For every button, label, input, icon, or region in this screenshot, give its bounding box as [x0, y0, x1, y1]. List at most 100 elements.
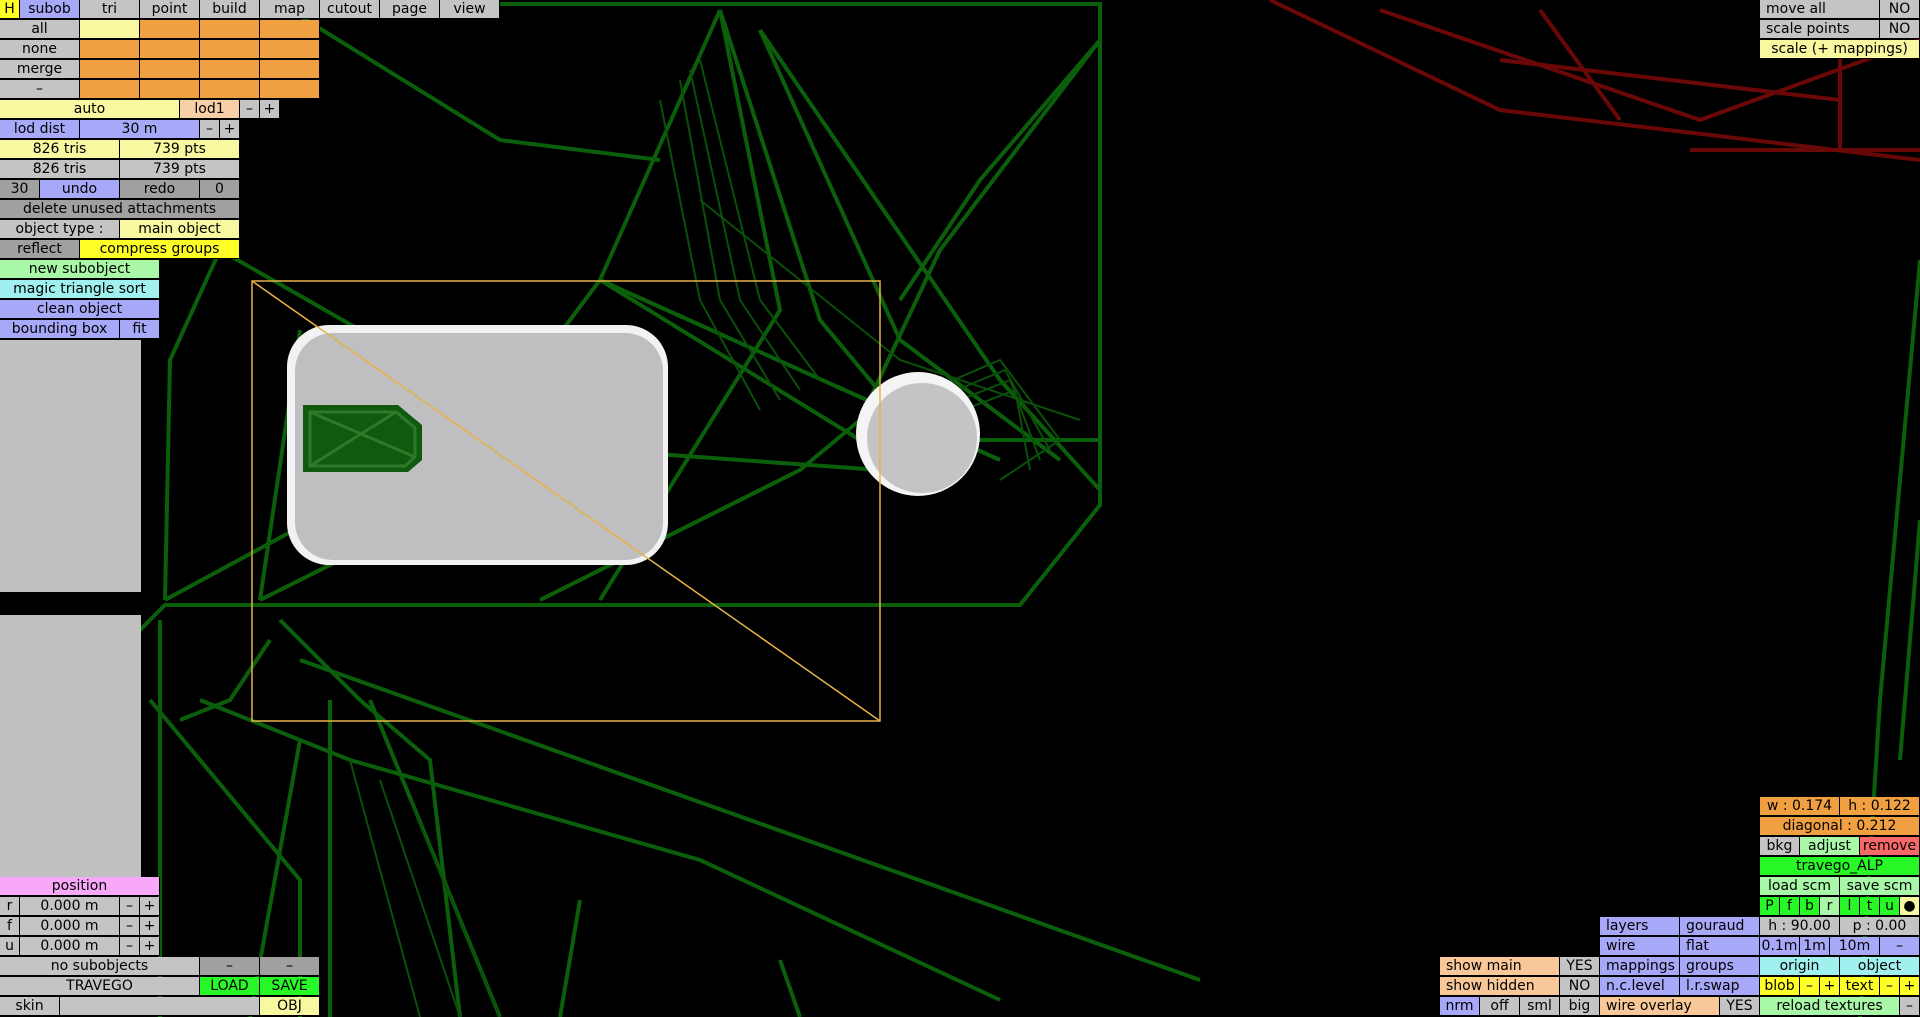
- reflect-button[interactable]: reflect: [0, 240, 80, 259]
- fit-button[interactable]: fit: [120, 320, 160, 339]
- lod-plus-button[interactable]: +: [260, 100, 280, 119]
- step-minus-button[interactable]: –: [1880, 937, 1920, 956]
- subobject-slot[interactable]: [260, 60, 320, 79]
- subobject-slot[interactable]: [80, 40, 140, 59]
- delete-unused-attachments-button[interactable]: delete unused attachments: [0, 200, 240, 219]
- layers-button[interactable]: layers: [1600, 917, 1680, 936]
- subobject-next-button[interactable]: –: [260, 957, 320, 976]
- select-all-button[interactable]: all: [0, 20, 80, 39]
- subobject-slot[interactable]: [140, 80, 200, 99]
- view-right-button[interactable]: r: [1820, 897, 1840, 916]
- reload-textures-button[interactable]: reload textures: [1760, 997, 1900, 1016]
- new-subobject-button[interactable]: new subobject: [0, 260, 160, 279]
- view-front-button[interactable]: f: [1780, 897, 1800, 916]
- view-dot-button[interactable]: ●: [1900, 897, 1920, 916]
- step-01m-button[interactable]: 0.1m: [1760, 937, 1800, 956]
- tab-map[interactable]: map: [260, 0, 320, 19]
- view-top-button[interactable]: t: [1860, 897, 1880, 916]
- position-f-plus-button[interactable]: +: [140, 917, 160, 936]
- scale-points-toggle[interactable]: NO: [1880, 20, 1920, 39]
- lod-auto-button[interactable]: auto: [0, 100, 180, 119]
- bounding-box-button[interactable]: bounding box: [0, 320, 120, 339]
- text-plus-button[interactable]: +: [1900, 977, 1920, 996]
- help-button[interactable]: H: [0, 0, 20, 19]
- view-back-button[interactable]: b: [1800, 897, 1820, 916]
- save-button[interactable]: SAVE: [260, 977, 320, 996]
- position-value-r[interactable]: 0.000 m: [20, 897, 120, 916]
- move-all-toggle[interactable]: NO: [1880, 0, 1920, 19]
- wire-overlay-toggle[interactable]: YES: [1720, 997, 1760, 1016]
- file-name[interactable]: TRAVEGO: [0, 977, 200, 996]
- position-value-f[interactable]: 0.000 m: [20, 917, 120, 936]
- selection-dash-button[interactable]: –: [0, 80, 80, 99]
- merge-button[interactable]: merge: [0, 60, 80, 79]
- subobject-slot[interactable]: [200, 80, 260, 99]
- obj-button[interactable]: OBJ: [260, 997, 320, 1016]
- pitch-value[interactable]: p : 0.00: [1840, 917, 1920, 936]
- blob-minus-button[interactable]: –: [1800, 977, 1820, 996]
- view-perspective-button[interactable]: P: [1760, 897, 1780, 916]
- wire-button[interactable]: wire: [1600, 937, 1680, 956]
- size-sml-button[interactable]: sml: [1520, 997, 1560, 1016]
- size-nrm-button[interactable]: nrm: [1440, 997, 1480, 1016]
- subobject-slot[interactable]: [140, 20, 200, 39]
- compress-groups-button[interactable]: compress groups: [80, 240, 240, 259]
- lod-name[interactable]: lod1: [180, 100, 240, 119]
- step-1m-button[interactable]: 1m: [1800, 937, 1830, 956]
- position-r-minus-button[interactable]: –: [120, 897, 140, 916]
- tab-point[interactable]: point: [140, 0, 200, 19]
- subobject-slot[interactable]: [140, 40, 200, 59]
- heading-value[interactable]: h : 90.00: [1760, 917, 1840, 936]
- subobject-slot[interactable]: [80, 60, 140, 79]
- position-u-plus-button[interactable]: +: [140, 937, 160, 956]
- load-scm-button[interactable]: load scm: [1760, 877, 1840, 896]
- remove-button[interactable]: remove: [1860, 837, 1920, 856]
- groups-button[interactable]: groups: [1680, 957, 1760, 976]
- nc-level-button[interactable]: n.c.level: [1600, 977, 1680, 996]
- blob-plus-button[interactable]: +: [1820, 977, 1840, 996]
- scale-mappings-button[interactable]: scale (+ mappings): [1760, 40, 1920, 59]
- position-value-u[interactable]: 0.000 m: [20, 937, 120, 956]
- clean-object-button[interactable]: clean object: [0, 300, 160, 319]
- subobject-slot[interactable]: [260, 40, 320, 59]
- select-none-button[interactable]: none: [0, 40, 80, 59]
- text-minus-button[interactable]: –: [1880, 977, 1900, 996]
- subobject-prev-button[interactable]: –: [200, 957, 260, 976]
- show-hidden-toggle[interactable]: NO: [1560, 977, 1600, 996]
- subobject-slot[interactable]: [260, 80, 320, 99]
- tab-build[interactable]: build: [200, 0, 260, 19]
- lod-dist-minus-button[interactable]: –: [200, 120, 220, 139]
- redo-button[interactable]: redo: [120, 180, 200, 199]
- subobject-slot[interactable]: [200, 60, 260, 79]
- subobject-slot[interactable]: [260, 20, 320, 39]
- undo-button[interactable]: undo: [40, 180, 120, 199]
- tab-tri[interactable]: tri: [80, 0, 140, 19]
- tab-view[interactable]: view: [440, 0, 500, 19]
- position-u-minus-button[interactable]: –: [120, 937, 140, 956]
- save-scm-button[interactable]: save scm: [1840, 877, 1920, 896]
- mappings-button[interactable]: mappings: [1600, 957, 1680, 976]
- adjust-button[interactable]: adjust: [1800, 837, 1860, 856]
- background-texture-name[interactable]: travego_ALP: [1760, 857, 1920, 876]
- gouraud-button[interactable]: gouraud: [1680, 917, 1760, 936]
- position-r-plus-button[interactable]: +: [140, 897, 160, 916]
- lr-swap-button[interactable]: l.r.swap: [1680, 977, 1760, 996]
- lod-dist-value[interactable]: 30 m: [80, 120, 200, 139]
- viewport-3d[interactable]: [0, 0, 1920, 1017]
- reload-minus-button[interactable]: –: [1900, 997, 1920, 1016]
- object-button[interactable]: object: [1840, 957, 1920, 976]
- view-under-button[interactable]: u: [1880, 897, 1900, 916]
- step-10m-button[interactable]: 10m: [1830, 937, 1880, 956]
- size-off-button[interactable]: off: [1480, 997, 1520, 1016]
- subobject-slot[interactable]: [80, 20, 140, 39]
- text-button[interactable]: text: [1840, 977, 1880, 996]
- view-left-button[interactable]: l: [1840, 897, 1860, 916]
- load-button[interactable]: LOAD: [200, 977, 260, 996]
- subobject-slot[interactable]: [140, 60, 200, 79]
- subobject-slot[interactable]: [200, 20, 260, 39]
- tab-cutout[interactable]: cutout: [320, 0, 380, 19]
- position-f-minus-button[interactable]: –: [120, 917, 140, 936]
- subobject-slot[interactable]: [80, 80, 140, 99]
- object-type-value[interactable]: main object: [120, 220, 240, 239]
- show-main-toggle[interactable]: YES: [1560, 957, 1600, 976]
